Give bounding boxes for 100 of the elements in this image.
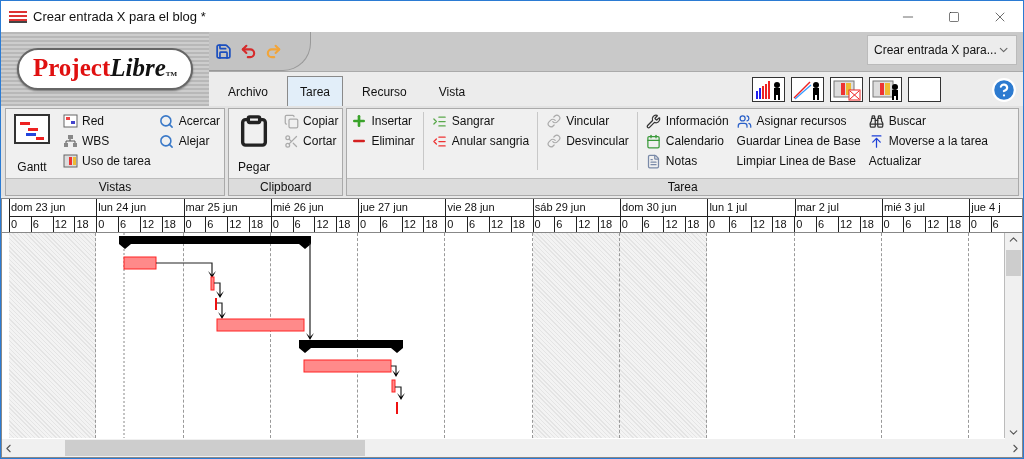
hour-header: 12	[52, 217, 75, 232]
calendar-icon	[645, 133, 662, 149]
hour-header: 18	[161, 217, 184, 232]
ribbon-button[interactable]: Desvincular	[546, 132, 629, 150]
table-delete-icon[interactable]	[830, 77, 863, 102]
ribbon-button[interactable]: Eliminar	[351, 132, 415, 150]
ribbon-button[interactable]: Información	[645, 112, 729, 130]
group-label: Clipboard	[229, 178, 343, 195]
ribbon-button[interactable]: Notas	[645, 152, 729, 170]
binoculars-icon	[868, 113, 885, 129]
hour-header: 12	[314, 217, 337, 232]
group-label: Tarea	[347, 178, 1018, 195]
hour-header: 6	[205, 217, 228, 232]
hour-header: 12	[837, 217, 860, 232]
task-bar	[391, 379, 396, 393]
hour-header: 18	[597, 217, 620, 232]
ribbon-button[interactable]: Anular sangria	[431, 132, 530, 150]
ribbon-tab[interactable]: Tarea	[287, 76, 344, 107]
table-person-icon[interactable]	[869, 77, 902, 102]
scroll-thumb[interactable]	[65, 440, 365, 456]
ribbon-button[interactable]: Red	[62, 112, 151, 130]
day-header: lun 24 jun	[96, 199, 184, 216]
hour-header: 18	[946, 217, 969, 232]
hour-header: 18	[248, 217, 271, 232]
ribbon-button[interactable]: WBS	[62, 132, 151, 150]
project-dropdown[interactable]: Crear entrada X para...	[867, 35, 1017, 65]
bar-chart-person-icon[interactable]	[752, 77, 785, 102]
blank-button[interactable]	[908, 77, 941, 102]
gantt-chart-icon	[14, 114, 50, 144]
users-icon	[736, 113, 753, 129]
hour-header: 6	[30, 217, 53, 232]
hour-header: 6	[379, 217, 402, 232]
line-chart-person-icon[interactable]	[791, 77, 824, 102]
hour-header: 18	[423, 217, 446, 232]
day-header: mié 3 jul	[881, 199, 970, 216]
hour-header: 12	[750, 217, 773, 232]
hour-header: 0	[707, 217, 729, 232]
ribbon-button[interactable]: Vincular	[546, 112, 629, 130]
vertical-scrollbar[interactable]	[1005, 233, 1022, 439]
hour-header: 0	[794, 217, 817, 232]
group-label: Vistas	[6, 178, 225, 195]
ribbon-button[interactable]: Guardar Linea de Base	[736, 132, 861, 150]
day-header: lun 1 jul	[707, 199, 795, 216]
hour-header: 0	[532, 217, 555, 232]
day-header: mié 26 jun	[270, 199, 359, 216]
link-icon	[546, 114, 563, 128]
task-bar	[123, 256, 157, 270]
scroll-thumb[interactable]	[1006, 250, 1021, 276]
ribbon-button[interactable]: Calendario	[645, 132, 729, 150]
hour-header: 6	[728, 217, 751, 232]
hour-header: 12	[401, 217, 424, 232]
hour-header: 12	[925, 217, 947, 232]
day-header: mar 2 jul	[794, 199, 882, 216]
search-icon	[158, 133, 175, 149]
ribbon-button[interactable]: Alejar	[158, 132, 221, 150]
ribbon-tab[interactable]: Recurso	[349, 76, 420, 107]
plus-icon	[351, 113, 368, 129]
ribbon-button[interactable]: Cortar	[283, 132, 339, 150]
dependency-arrow	[155, 262, 216, 278]
hour-header: 12	[139, 217, 162, 232]
network-icon	[62, 114, 78, 128]
save-icon[interactable]	[215, 42, 232, 60]
hour-header: 6	[641, 217, 664, 232]
ribbon-button[interactable]: Asignar recursos	[736, 112, 861, 130]
hour-header: 12	[576, 217, 598, 232]
copy-icon	[283, 113, 300, 129]
day-header: sáb 29 jun	[532, 199, 621, 216]
help-icon[interactable]	[991, 76, 1017, 103]
ribbon-button[interactable]: Uso de tarea	[62, 152, 151, 170]
ribbon-button[interactable]: Insertar	[351, 112, 415, 130]
ribbon-button[interactable]: Sangrar	[431, 112, 530, 130]
horizontal-scrollbar[interactable]	[2, 439, 1022, 457]
hour-header: 18	[772, 217, 795, 232]
ribbon-button[interactable]: Moverse a la tarea	[868, 132, 989, 150]
search-icon	[158, 113, 175, 129]
day-header: dom 23 jun	[9, 199, 97, 216]
dependency-arrow	[394, 386, 405, 400]
hour-header: 0	[183, 217, 206, 232]
undo-icon[interactable]	[240, 42, 257, 60]
ribbon-button[interactable]: Buscar	[868, 112, 989, 130]
hour-header: 6	[118, 217, 140, 232]
ribbon-button[interactable]: Actualizar	[868, 152, 989, 170]
ribbon-button[interactable]: Acercar	[158, 112, 221, 130]
dependency-arrow	[216, 302, 226, 319]
window-title: Crear entrada X para el blog *	[33, 9, 207, 24]
maximize-icon[interactable]	[948, 10, 960, 23]
ribbon-button[interactable]: Copiar	[283, 112, 339, 130]
ribbon-button[interactable]: Pegar	[233, 112, 276, 174]
hour-header: 18	[74, 217, 97, 232]
ribbon-tab[interactable]: Vista	[425, 76, 479, 107]
ribbon-button[interactable]: Limpiar Linea de Base	[736, 152, 861, 170]
hour-header: 6	[903, 217, 926, 232]
ribbon-button[interactable]: Gantt	[10, 112, 54, 174]
day-header: jue 4 j	[969, 199, 1022, 216]
ribbon-tab[interactable]: Archivo	[215, 76, 281, 107]
hour-header: 18	[859, 217, 882, 232]
day-header: jue 27 jun	[358, 199, 446, 216]
indent-icon	[431, 113, 448, 129]
day-header: dom 30 jun	[620, 199, 708, 216]
day-header: mar 25 jun	[183, 199, 271, 216]
